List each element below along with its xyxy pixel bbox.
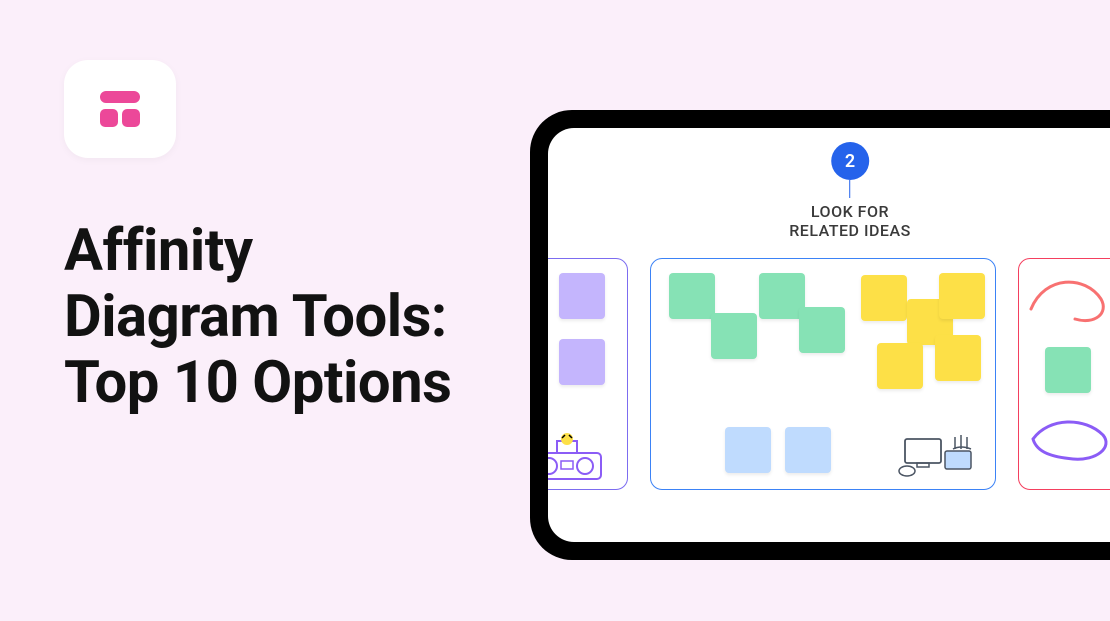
- tablet-screen: 2 LOOK FOR RELATED IDEAS: [548, 128, 1110, 542]
- step-title-line2: RELATED IDEAS: [789, 221, 911, 240]
- tablet-mockup: 2 LOOK FOR RELATED IDEAS: [530, 110, 1110, 560]
- sticky-note: [935, 335, 981, 381]
- sticky-note: [799, 307, 845, 353]
- board-right: [1018, 258, 1110, 490]
- sticky-note: [939, 273, 985, 319]
- sticky-note: [1045, 347, 1091, 393]
- boombox-illustration: [548, 431, 607, 483]
- sticky-note: [785, 427, 831, 473]
- step-connector-line: [850, 180, 851, 198]
- scribble-purple-icon: [1025, 409, 1110, 469]
- step-title: LOOK FOR RELATED IDEAS: [789, 202, 911, 240]
- board-left: [548, 258, 628, 490]
- board-row: [548, 258, 1110, 490]
- page-title: Affinity Diagram Tools: Top 10 Options: [64, 218, 451, 416]
- sticky-note: [711, 313, 757, 359]
- sticky-note: [559, 339, 605, 385]
- sticky-note: [725, 427, 771, 473]
- step-header: 2 LOOK FOR RELATED IDEAS: [789, 142, 911, 240]
- step-number-badge: 2: [831, 142, 869, 180]
- desk-illustration: [895, 431, 985, 483]
- sticky-note: [559, 273, 605, 319]
- step-title-line1: LOOK FOR: [811, 202, 889, 221]
- brand-logo: [64, 60, 176, 158]
- sticky-note: [877, 343, 923, 389]
- scribble-red-icon: [1025, 269, 1110, 329]
- sticky-note: [861, 275, 907, 321]
- sticky-note: [669, 273, 715, 319]
- board-center: [650, 258, 996, 490]
